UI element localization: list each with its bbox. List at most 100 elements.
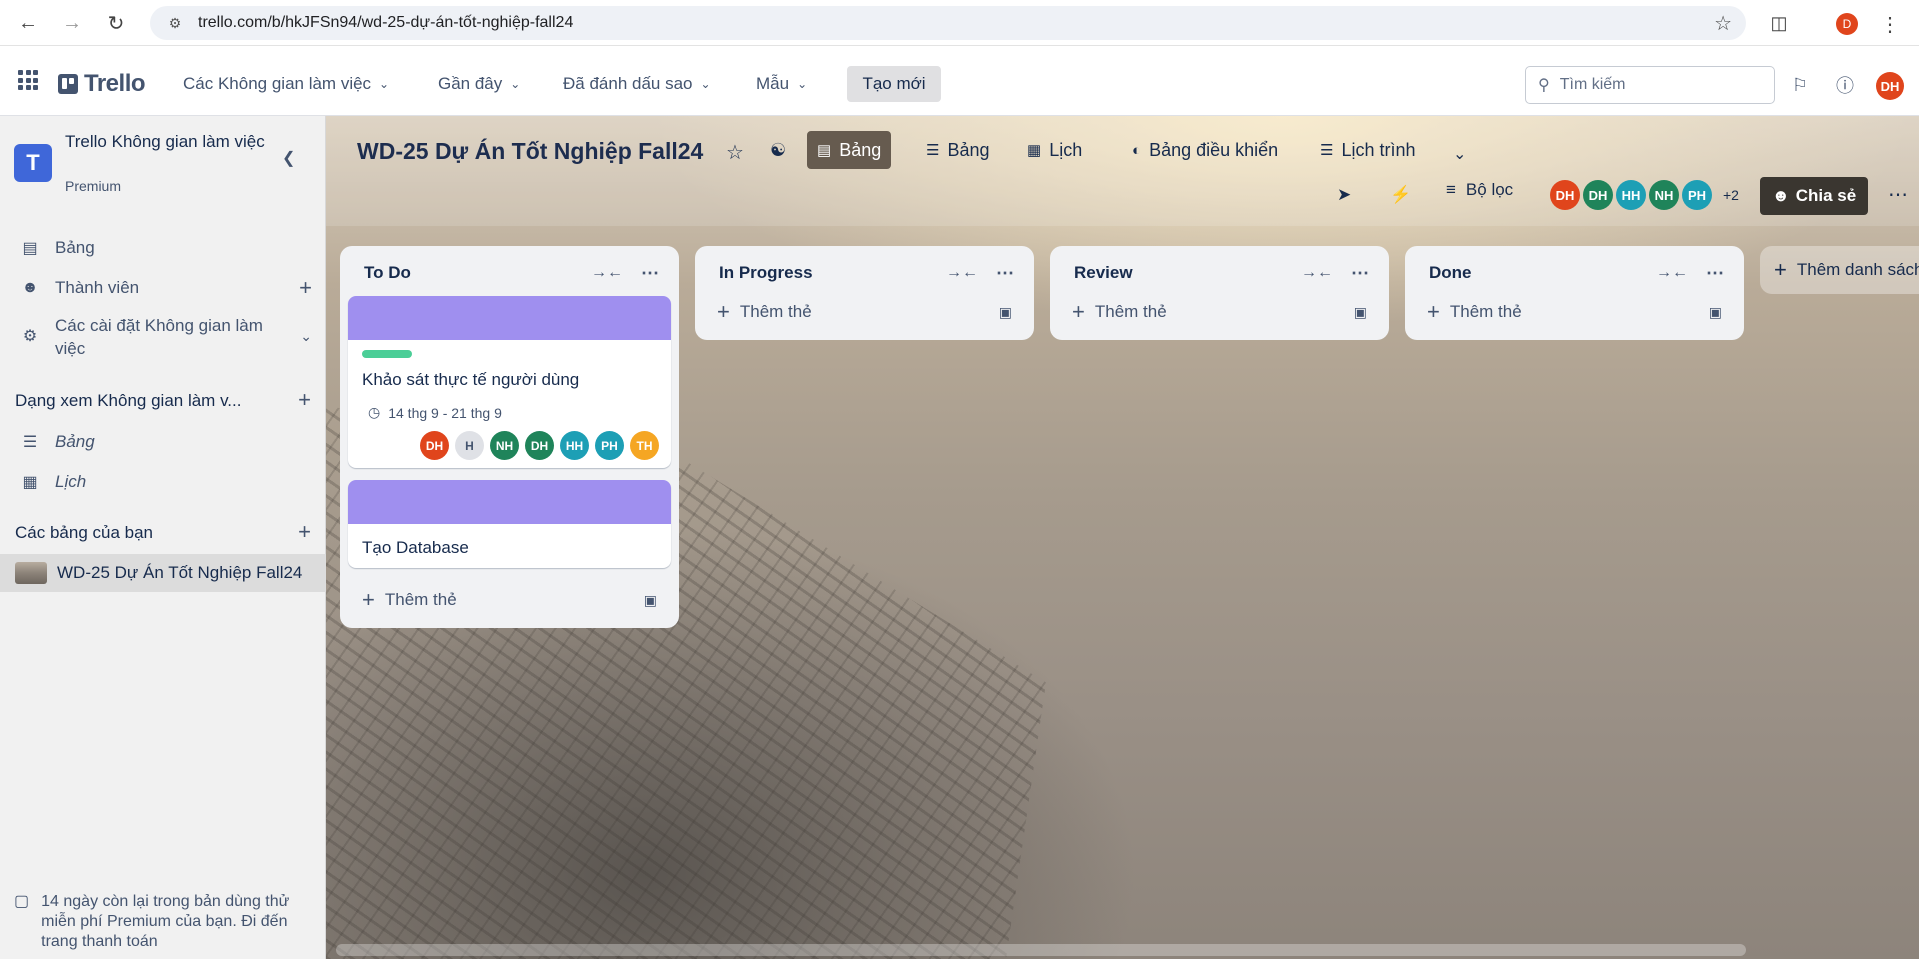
card-member-avatar[interactable]: NH [490, 431, 519, 460]
forward-icon[interactable]: → [52, 3, 92, 43]
sidebar-item-label: Bảng [55, 238, 95, 257]
list-menu-icon[interactable]: ⋯ [996, 263, 1014, 284]
sidebar-item-members[interactable]: ☻ Thành viên + [0, 270, 326, 306]
card-template-icon[interactable]: ▣ [1709, 304, 1722, 321]
member-avatar[interactable]: DH [1550, 180, 1580, 210]
card-member-avatar[interactable]: H [455, 431, 484, 460]
card-dates-badge[interactable]: ◷ 14 thg 9 - 21 thg 9 [368, 404, 659, 421]
list-title[interactable]: To Do [364, 263, 411, 283]
share-button[interactable]: ☻ Chia sẻ [1760, 177, 1868, 215]
add-board-icon[interactable]: + [298, 519, 311, 545]
browser-menu-icon[interactable]: ⋮ [1880, 12, 1900, 37]
view-tab-label: Bảng điều khiển [1149, 139, 1279, 160]
list-header[interactable]: To Do →← ⋯ [348, 254, 671, 292]
sidebar-item-settings[interactable]: ⚙ Các cài đặt Không gian làm việc ⌄ [0, 314, 326, 370]
menu-workspaces[interactable]: Các Không gian làm việc ⌄ [183, 74, 389, 94]
add-list-button[interactable]: + Thêm danh sách [1760, 246, 1919, 294]
trial-notice[interactable]: ▢ 14 ngày còn lại trong bản dùng thử miễ… [14, 892, 314, 952]
card-template-icon[interactable]: ▣ [644, 592, 657, 609]
card-member-avatar[interactable]: DH [420, 431, 449, 460]
list-menu-icon[interactable]: ⋯ [641, 263, 659, 284]
board-menu-icon[interactable]: ⋯ [1888, 182, 1908, 207]
list-title[interactable]: Review [1074, 263, 1133, 283]
create-button[interactable]: Tạo mới [847, 66, 941, 102]
filter-button[interactable]: ≡ Bộ lọc [1446, 180, 1513, 200]
extensions-icon[interactable]: ◫ [1766, 10, 1792, 36]
app-switcher-icon[interactable] [18, 70, 38, 90]
card[interactable]: Khảo sát thực tế người dùng ◷ 14 thg 9 -… [348, 296, 671, 468]
add-card-button[interactable]: + Thêm thẻ ▣ [348, 580, 671, 620]
card[interactable]: Tạo Database [348, 480, 671, 568]
list-header[interactable]: Review →← ⋯ [1058, 254, 1381, 292]
add-card-button[interactable]: + Thêm thẻ ▣ [703, 292, 1026, 332]
list-menu-icon[interactable]: ⋯ [1706, 263, 1724, 284]
view-tab-table[interactable]: ☰ Bảng [916, 131, 1000, 169]
add-member-icon[interactable]: + [299, 275, 312, 301]
members-more-count[interactable]: +2 [1723, 187, 1739, 203]
automation-icon[interactable]: ⚡ [1390, 185, 1411, 205]
star-icon[interactable]: ☆ [726, 140, 744, 165]
reload-icon[interactable]: ↻ [96, 3, 136, 43]
card-member-avatar[interactable]: TH [630, 431, 659, 460]
browser-profile-avatar[interactable]: D [1836, 13, 1858, 35]
member-avatar[interactable]: HH [1616, 180, 1646, 210]
collapse-list-icon[interactable]: →← [1656, 264, 1688, 282]
boards-section-title: Các bảng của bạn [15, 523, 153, 542]
search-input[interactable]: ⚲ Tìm kiếm [1525, 66, 1775, 104]
list-title[interactable]: In Progress [719, 263, 813, 283]
board-members[interactable]: DH DH HH NH PH +2 [1550, 180, 1739, 210]
sidebar-board-item[interactable]: WD-25 Dự Án Tốt Nghiệp Fall24 [0, 554, 326, 592]
menu-recent[interactable]: Gần đây ⌄ [438, 74, 520, 94]
power-ups-icon[interactable]: ➤ [1337, 185, 1351, 205]
sidebar-view-table[interactable]: ☰ Bảng [0, 424, 326, 460]
collapse-sidebar-icon[interactable]: ❮ [282, 148, 295, 168]
notifications-icon[interactable]: ⚐ [1788, 73, 1812, 97]
member-avatar[interactable]: NH [1649, 180, 1679, 210]
list-header[interactable]: Done →← ⋯ [1413, 254, 1736, 292]
card-member-avatar[interactable]: PH [595, 431, 624, 460]
card-member-avatar[interactable]: HH [560, 431, 589, 460]
sidebar: T Trello Không gian làm việc Premium ❮ ▤… [0, 116, 326, 959]
add-card-button[interactable]: + Thêm thẻ ▣ [1058, 292, 1381, 332]
help-icon[interactable]: ⓘ [1833, 73, 1857, 97]
workspace-name[interactable]: Trello Không gian làm việc [65, 130, 265, 154]
list-header[interactable]: In Progress →← ⋯ [703, 254, 1026, 292]
member-avatar[interactable]: PH [1682, 180, 1712, 210]
card-cover [348, 296, 671, 340]
view-tab-timeline[interactable]: ☰ Lịch trình [1310, 131, 1426, 169]
card-label[interactable] [362, 350, 412, 358]
list-menu-icon[interactable]: ⋯ [1351, 263, 1369, 284]
url-text[interactable]: trello.com/b/hkJFSn94/wd-25-dự-án-tốt-ng… [198, 14, 573, 32]
chevron-down-icon[interactable]: ⌄ [1453, 144, 1466, 164]
member-avatar[interactable]: DH [1583, 180, 1613, 210]
site-info-icon[interactable]: ⚙ [164, 12, 186, 34]
view-tab-board[interactable]: ▤ Bảng [807, 131, 892, 169]
board-canvas: WD-25 Dự Án Tốt Nghiệp Fall24 ☆ ☯ ▤ Bảng… [326, 116, 1919, 959]
account-avatar[interactable]: DH [1876, 72, 1904, 100]
card-template-icon[interactable]: ▣ [999, 304, 1012, 321]
view-tab-calendar[interactable]: ▦ Lịch [1017, 131, 1092, 169]
view-tab-dashboard[interactable]: ◐ Bảng điều khiển [1122, 131, 1288, 169]
back-icon[interactable]: ← [8, 3, 48, 43]
collapse-list-icon[interactable]: →← [1301, 264, 1333, 282]
collapse-list-icon[interactable]: →← [591, 264, 623, 282]
card-template-icon[interactable]: ▣ [1354, 304, 1367, 321]
views-section-title: Dạng xem Không gian làm v... [15, 391, 242, 410]
add-view-icon[interactable]: + [298, 387, 311, 413]
collapse-list-icon[interactable]: →← [946, 264, 978, 282]
list-title[interactable]: Done [1429, 263, 1472, 283]
card-member-avatar[interactable]: DH [525, 431, 554, 460]
menu-starred[interactable]: Đã đánh dấu sao ⌄ [563, 74, 711, 94]
address-bar[interactable]: ⚙ trello.com/b/hkJFSn94/wd-25-dự-án-tốt-… [150, 6, 1746, 40]
sidebar-item-boards[interactable]: ▤ Bảng [0, 230, 326, 266]
trello-logo[interactable]: Trello [58, 70, 146, 98]
sidebar-view-calendar[interactable]: ▦ Lịch [0, 464, 326, 500]
chevron-down-icon[interactable]: ⌄ [300, 328, 312, 345]
card-title: Khảo sát thực tế người dùng [362, 370, 580, 389]
visibility-icon[interactable]: ☯ [770, 140, 786, 161]
add-card-button[interactable]: + Thêm thẻ ▣ [1413, 292, 1736, 332]
board-title[interactable]: WD-25 Dự Án Tốt Nghiệp Fall24 [357, 138, 703, 165]
bookmark-star-icon[interactable]: ☆ [1714, 11, 1732, 36]
horizontal-scrollbar[interactable] [336, 944, 1746, 956]
menu-templates[interactable]: Mẫu ⌄ [756, 74, 807, 94]
